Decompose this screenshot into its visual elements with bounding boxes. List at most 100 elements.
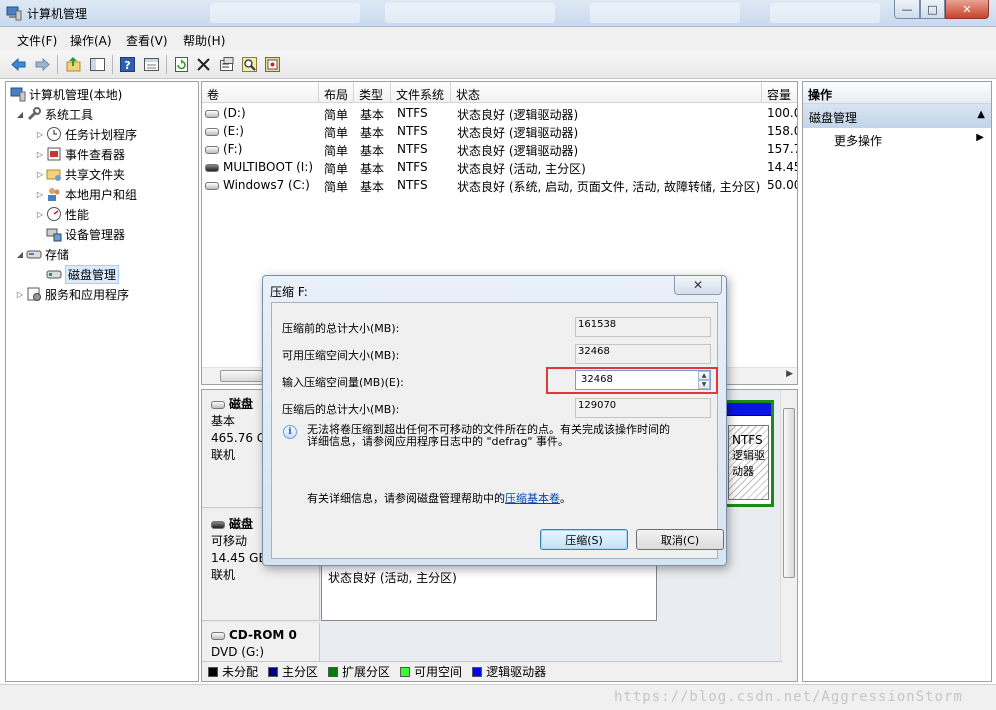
tree-item-local-users[interactable]: ▷ 本地用户和组 [34,184,137,204]
tree-item-disk-management[interactable]: 磁盘管理 [46,264,120,284]
collapsed-arrow-icon[interactable]: ▷ [34,190,46,199]
actions-section-disk-management[interactable]: 磁盘管理 ▲ [803,104,991,128]
scrollbar-thumb[interactable] [783,408,795,578]
device-manager-icon [46,228,62,242]
extended-partition[interactable]: NTFS 逻辑驱动器 [720,400,774,507]
table-row[interactable]: MULTIBOOT (I:) [205,160,319,178]
column-header-capacity[interactable]: 容量 [762,82,797,103]
actions-header: 操作 [803,82,991,104]
collapsed-arrow-icon[interactable]: ▷ [34,210,46,219]
disk-name: 磁盘 [229,397,254,411]
shared-folder-icon [46,169,61,181]
expanded-arrow-icon[interactable]: ◢ [14,110,26,119]
primary-partition[interactable]: 状态良好 (活动, 主分区) [321,565,657,621]
column-header-type[interactable]: 类型 [354,82,391,103]
properties-icon[interactable] [217,55,236,74]
menu-file[interactable]: 文件(F) [17,32,57,49]
collapsed-arrow-icon[interactable]: ▷ [34,170,46,179]
help-icon[interactable]: ? [118,55,137,74]
tree-item-storage[interactable]: ◢ 存储 [14,244,69,264]
close-button[interactable]: ✕ [945,0,989,19]
expanded-arrow-icon[interactable]: ◢ [14,250,26,259]
cell-type: 基本 [360,108,385,122]
back-icon[interactable] [9,55,28,74]
tree-item-device-manager[interactable]: 设备管理器 [46,224,125,244]
logical-drive-partition[interactable]: NTFS 逻辑驱动器 [728,425,769,500]
column-header-filesystem[interactable]: 文件系统 [391,82,451,103]
column-header-layout[interactable]: 布局 [319,82,354,103]
tree-item-shared-folders[interactable]: ▷ 共享文件夹 [34,164,125,184]
properties-view-icon[interactable] [142,55,161,74]
available-value: 32468 [575,344,711,364]
window-title: 计算机管理 [27,7,88,21]
shrink-basic-volume-link[interactable]: 压缩基本卷 [505,492,560,505]
drive-icon [205,181,219,190]
shrink-button[interactable]: 压缩(S) [540,529,628,550]
tree-item-root[interactable]: 计算机管理(本地) [10,84,122,104]
cell-filesystem: NTFS [397,106,428,120]
clock-icon [47,127,61,141]
available-label: 可用压缩空间大小(MB): [282,349,400,362]
cancel-button[interactable]: 取消(C) [636,529,724,550]
legend-item: 主分区 [268,663,318,680]
cell-volume: Windows7 (C:) [223,178,310,192]
dialog-close-button[interactable]: ✕ [674,276,722,295]
dialog-title: 压缩 F: [270,285,308,299]
tree-item-services-apps[interactable]: ▷ 服务和应用程序 [14,284,129,304]
table-row[interactable]: (F:) [205,142,317,160]
tree-item-label: 性能 [65,207,90,222]
maximize-button[interactable]: □ [920,0,945,19]
cdrom-label[interactable]: CD-ROM 0 DVD (G:) [202,623,320,662]
collapsed-arrow-icon[interactable]: ▷ [14,290,26,299]
more-actions-item[interactable]: 更多操作 ▶ [803,128,991,150]
search-icon[interactable] [240,55,259,74]
tree-item-event-viewer[interactable]: ▷ 事件查看器 [34,144,125,164]
column-header-volume[interactable]: 卷 [202,82,319,103]
delete-icon[interactable] [194,55,213,74]
toolbar-separator [166,55,167,74]
collapsed-arrow-icon[interactable]: ▷ [34,150,46,159]
show-tree-icon[interactable] [88,55,107,74]
toolbar-separator [57,55,58,74]
table-row[interactable]: (E:) [205,124,317,142]
background-tab [385,3,555,23]
menu-action[interactable]: 操作(A) [70,32,112,49]
cell-capacity: 50.00 [767,178,798,192]
wizard-icon[interactable] [263,55,282,74]
logical-drive-bar [723,403,771,416]
partition-status: 状态良好 (活动, 主分区) [328,571,457,585]
drive-icon [205,127,219,136]
menu-help[interactable]: 帮助(H) [183,32,225,49]
tree-item-label: 共享文件夹 [65,167,126,182]
column-header-status[interactable]: 状态 [451,82,762,103]
menu-view[interactable]: 查看(V) [126,32,168,49]
cell-type: 基本 [360,162,385,176]
cell-layout: 简单 [324,162,349,176]
vertical-scrollbar[interactable] [780,390,797,681]
cell-capacity: 158.0 [767,124,798,138]
scroll-right-icon[interactable]: ▶ [786,369,793,379]
table-row[interactable]: (D:) [205,106,317,124]
collapsed-arrow-icon[interactable]: ▷ [34,130,46,139]
help-message: 有关详细信息，请参阅磁盘管理帮助中的压缩基本卷。 [307,490,571,506]
tree-item-performance[interactable]: ▷ 性能 [34,204,89,224]
watermark-text: https://blog.csdn.net/AggressionStorm [614,689,963,705]
collapse-up-icon[interactable]: ▲ [977,109,985,120]
tree-item-system-tools[interactable]: ◢ 系统工具 [14,104,93,124]
cdrom-icon [211,631,225,640]
up-icon[interactable] [64,55,83,74]
table-row[interactable]: Windows7 (C:) [205,178,319,196]
cell-status: 状态良好 (逻辑驱动器) [457,144,579,158]
tree-item-task-scheduler[interactable]: ▷ 任务计划程序 [34,124,137,144]
cdrom-name: CD-ROM 0 [229,628,297,642]
refresh-icon[interactable] [172,55,191,74]
minimize-button[interactable]: — [894,0,920,19]
users-icon [48,188,60,201]
legend-label: 可用空间 [414,665,463,679]
svg-text:?: ? [124,59,130,72]
cell-volume: (F:) [223,142,243,156]
drive-icon [205,109,219,118]
actions-section-label: 磁盘管理 [809,111,858,125]
legend-swatch [268,666,279,677]
forward-icon[interactable] [33,55,52,74]
